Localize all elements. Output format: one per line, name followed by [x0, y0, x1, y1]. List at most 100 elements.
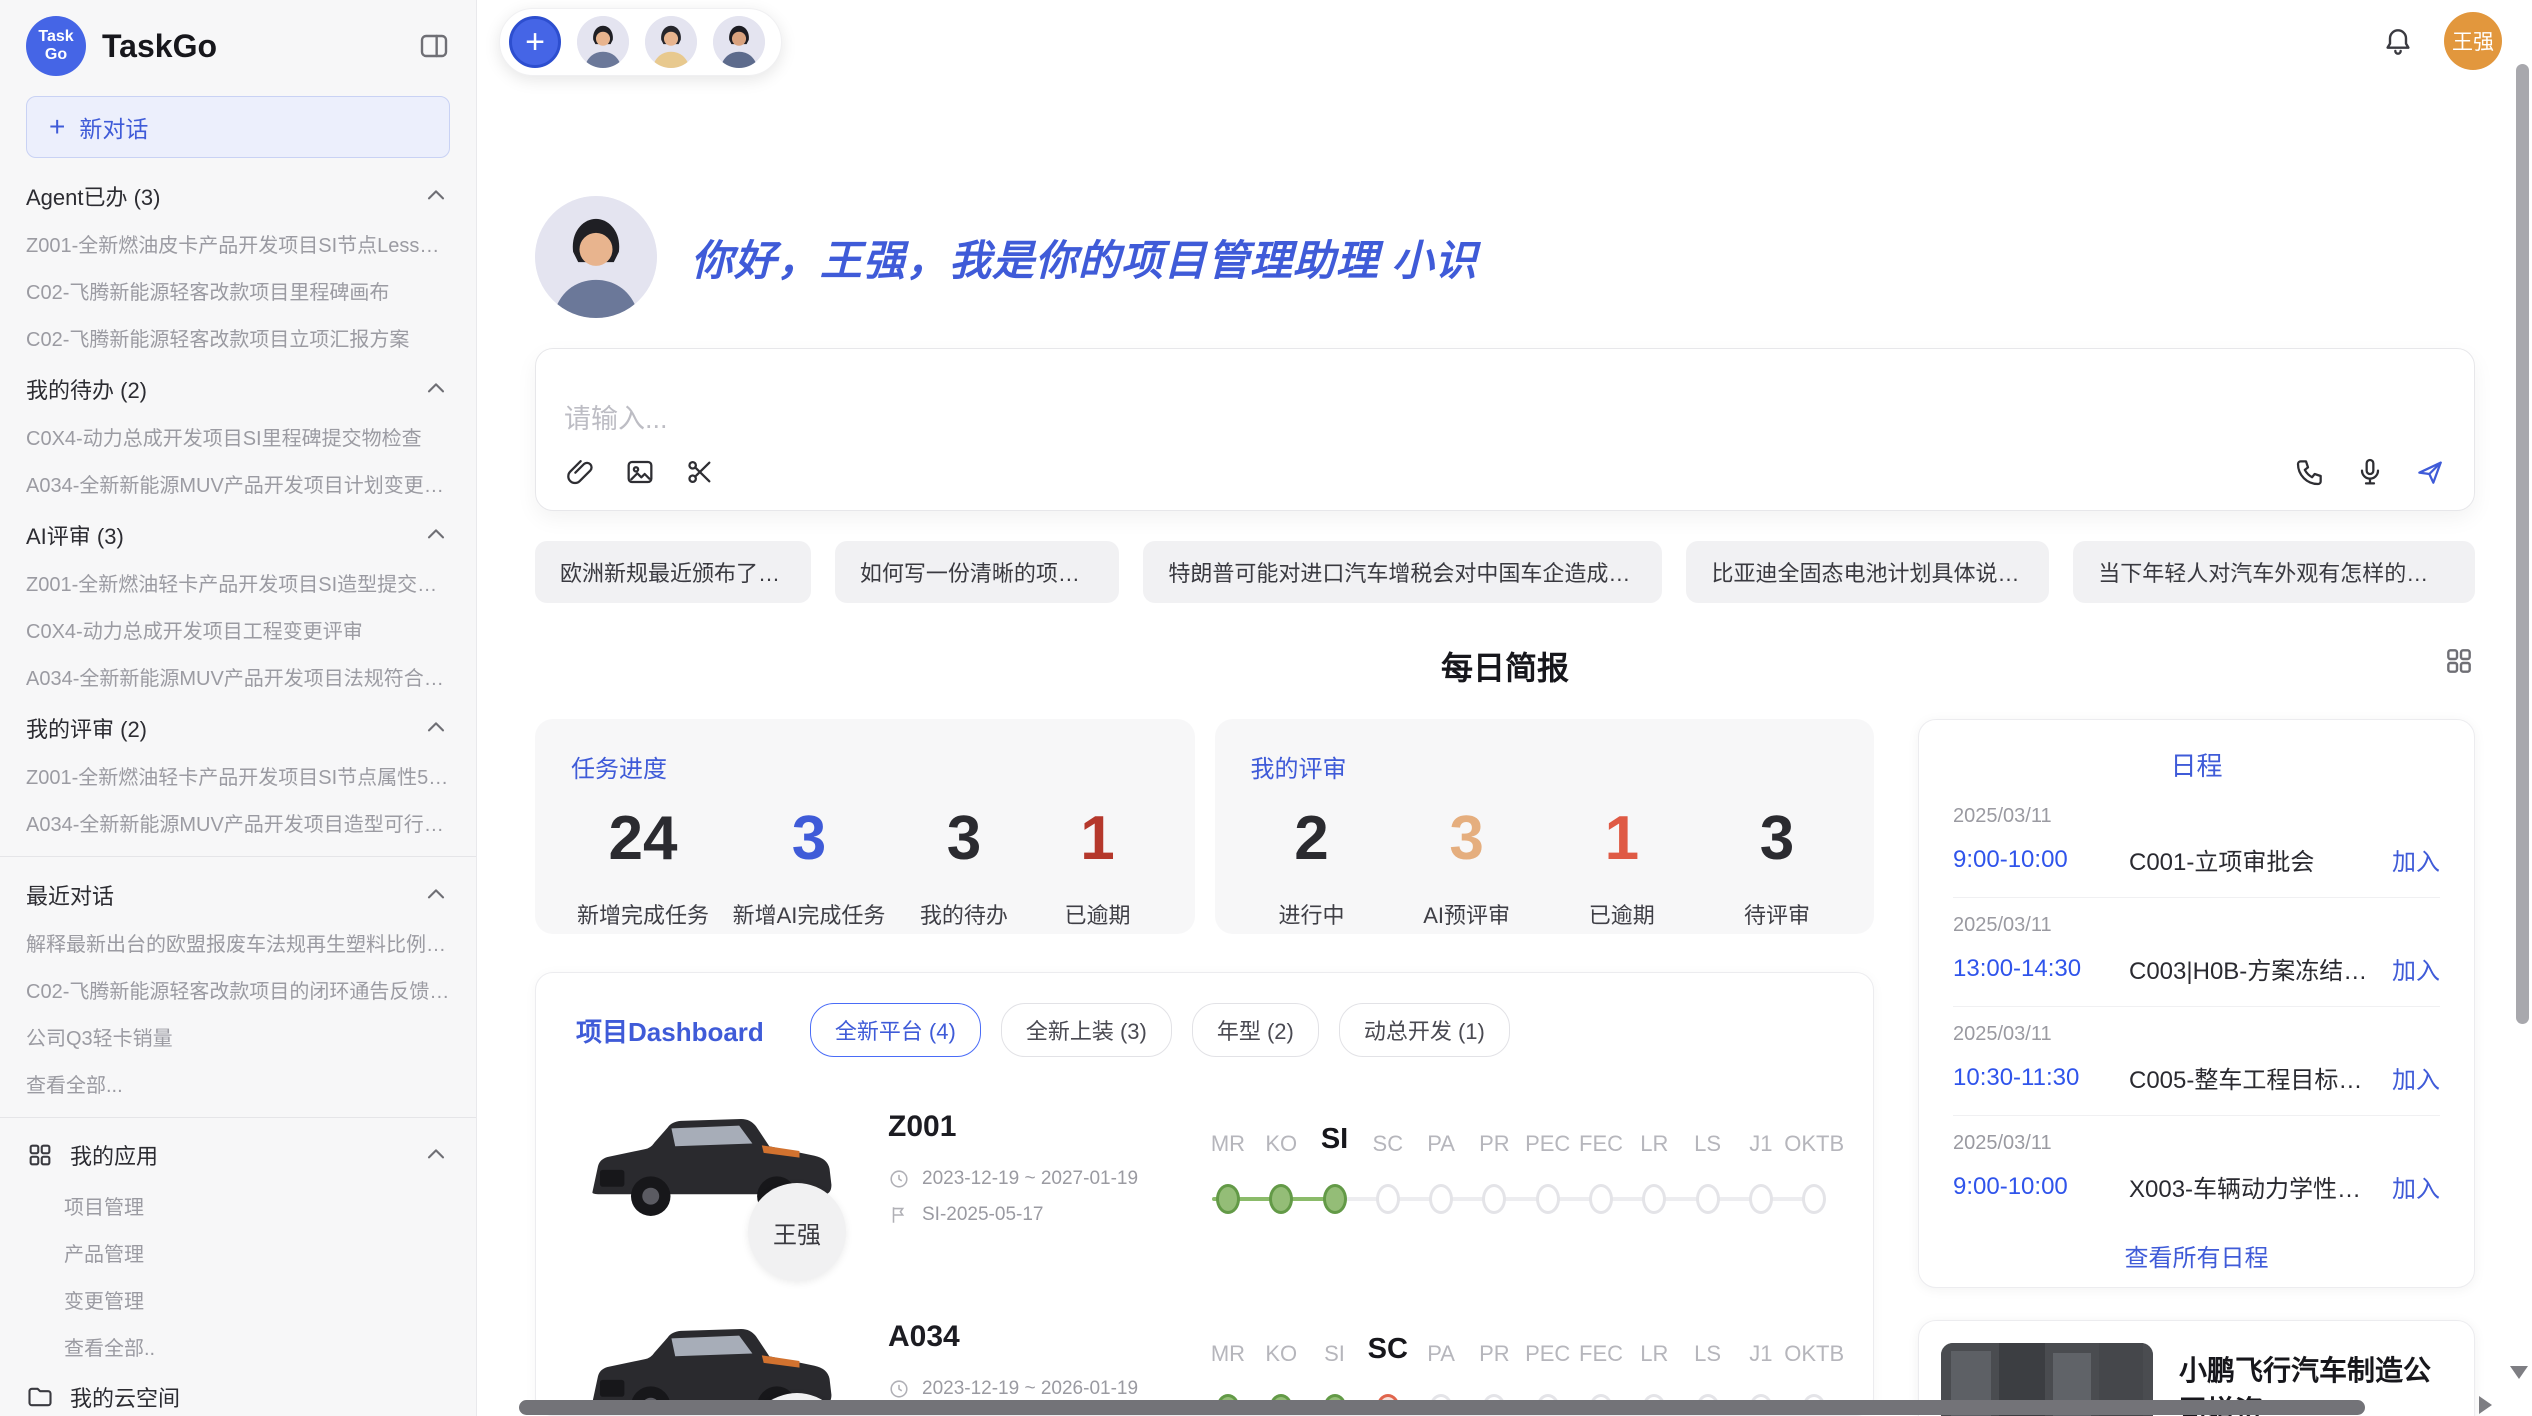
project-row[interactable]: 王强Z0012023-12-19 ~ 2027-01-19SI-2025-05-… — [576, 1087, 1833, 1263]
view-all-schedule-link[interactable]: 查看所有日程 — [1953, 1224, 2440, 1281]
stat-item: 3我的待办 — [909, 808, 1019, 930]
dashboard-tab[interactable]: 全新上装 (3) — [1001, 1003, 1172, 1057]
milestone-dot[interactable] — [1589, 1184, 1613, 1214]
project-flag: SI-2025-05-17 — [888, 1204, 1206, 1226]
project-dates: 2023-12-19 ~ 2026-01-19 — [888, 1378, 1206, 1400]
sidebar-conversation-item[interactable]: C02-飞腾新能源轻客改款项目的闭环通告反馈情况 — [26, 966, 450, 1013]
quick-contacts-pill: + — [499, 8, 782, 76]
sidebar-task-item[interactable]: A034-全新新能源MUV产品开发项目造型可行性评审 — [26, 799, 450, 846]
contact-avatar-3[interactable] — [713, 16, 765, 68]
chat-input-box[interactable]: 请输入... — [535, 348, 2475, 511]
sidebar-section-header[interactable]: Agent已办 (3) — [26, 168, 450, 220]
sidebar-conversation-item[interactable]: 公司Q3轻卡销量 — [26, 1013, 450, 1060]
image-icon[interactable] — [624, 456, 656, 488]
project-media: 王强 — [576, 1297, 876, 1416]
sidebar-section-header[interactable]: 我的待办 (2) — [26, 361, 450, 413]
sidebar-task-item[interactable]: Z001-全新燃油皮卡产品开发项目SI节点Lesson Learn报告 — [26, 220, 450, 267]
scissors-icon[interactable] — [684, 456, 716, 488]
scrollbar-down-arrow[interactable] — [2510, 1366, 2528, 1379]
contact-avatar-2[interactable] — [645, 16, 697, 68]
dashboard-tab[interactable]: 动总开发 (1) — [1339, 1003, 1510, 1057]
milestone-dot[interactable] — [1749, 1184, 1773, 1214]
sidebar-section-header[interactable]: 我的评审 (2) — [26, 700, 450, 752]
add-contact-button[interactable]: + — [509, 16, 561, 68]
dashboard-tab[interactable]: 全新平台 (4) — [810, 1003, 981, 1057]
horizontal-scrollbar[interactable] — [519, 1400, 2365, 1415]
attachment-icon[interactable] — [564, 456, 596, 488]
milestone-label: SI — [1321, 1123, 1348, 1156]
sidebar-app-item[interactable]: 产品管理 — [26, 1229, 450, 1276]
sidebar-app-item[interactable]: 查看全部.. — [26, 1323, 450, 1370]
user-avatar[interactable]: 王强 — [2444, 12, 2502, 70]
suggestion-chip[interactable]: 当下年轻人对汽车外观有怎样的喜好趋势 — [2073, 541, 2475, 603]
milestone-label: PA — [1427, 1341, 1455, 1367]
dashboard-tab[interactable]: 年型 (2) — [1192, 1003, 1319, 1057]
contact-avatar-1[interactable] — [577, 16, 629, 68]
suggestion-chip[interactable]: 特朗普可能对进口汽车增税会对中国车企造成哪些影响 — [1143, 541, 1662, 603]
sidebar-conversation-item[interactable]: 查看全部... — [26, 1060, 450, 1107]
chevron-up-icon[interactable] — [422, 375, 450, 403]
collapse-sidebar-button[interactable] — [418, 30, 450, 62]
bell-icon[interactable] — [2382, 25, 2414, 57]
milestone-dot[interactable] — [1429, 1184, 1453, 1214]
sidebar-app-item[interactable]: 项目管理 — [26, 1182, 450, 1229]
sidebar-section-header[interactable]: AI评审 (3) — [26, 507, 450, 559]
sidebar-task-item[interactable]: A034-全新新能源MUV产品开发项目法规符合性评审 — [26, 653, 450, 700]
project-date-range: 2023-12-19 ~ 2026-01-19 — [922, 1378, 1138, 1400]
milestone-dot[interactable] — [1269, 1184, 1293, 1214]
milestone-label: SI — [1324, 1341, 1345, 1367]
sidebar-item-cloud-space[interactable]: 我的云空间 — [26, 1370, 450, 1416]
milestone-dot[interactable] — [1802, 1184, 1826, 1214]
schedule-item: 2025/03/1110:30-11:30C005-整车工程目标评审加入 — [1953, 1007, 2440, 1116]
sidebar-task-item[interactable]: C0X4-动力总成开发项目SI里程碑提交物检查 — [26, 413, 450, 460]
sidebar-task-item[interactable]: Z001-全新燃油轻卡产品开发项目SI节点属性5D文件评审 — [26, 752, 450, 799]
stat-value: 24 — [577, 808, 709, 870]
new-chat-label: 新对话 — [79, 110, 148, 144]
milestone-dot[interactable] — [1696, 1184, 1720, 1214]
stat-label: 已逾期 — [1043, 898, 1153, 930]
milestone-dot[interactable] — [1376, 1184, 1400, 1214]
chevron-up-icon[interactable] — [422, 182, 450, 210]
sidebar-task-item[interactable]: C0X4-动力总成开发项目工程变更评审 — [26, 606, 450, 653]
main-area: + 王强 你好，王强，我是你的项目管理助理 小识 请输入... — [477, 0, 2532, 1416]
sidebar-task-item[interactable]: A034-全新新能源MUV产品开发项目计划变更表编写 — [26, 460, 450, 507]
suggestion-chip[interactable]: 如何写一份清晰的项目周报 — [835, 541, 1120, 603]
chevron-up-icon[interactable] — [422, 1141, 450, 1169]
suggestion-chip[interactable]: 比亚迪全固态电池计划具体说了什么 — [1686, 541, 2049, 603]
new-chat-button[interactable]: + 新对话 — [26, 96, 450, 158]
chevron-up-icon[interactable] — [422, 521, 450, 549]
sidebar-task-item[interactable]: Z001-全新燃油轻卡产品开发项目SI造型提交物评审 — [26, 559, 450, 606]
stat-value: 1 — [1043, 808, 1153, 870]
milestone-label: LS — [1694, 1341, 1721, 1367]
scrollbar-right-arrow[interactable] — [2479, 1396, 2492, 1414]
join-link[interactable]: 加入 — [2392, 951, 2440, 986]
suggestion-chip[interactable]: 欧洲新规最近颁布了什么? — [535, 541, 811, 603]
sidebar-item-my-apps[interactable]: 我的应用 — [26, 1128, 450, 1182]
milestone-label: PR — [1479, 1341, 1510, 1367]
phone-icon[interactable] — [2294, 456, 2326, 488]
join-link[interactable]: 加入 — [2392, 842, 2440, 877]
project-row[interactable]: 王强A0342023-12-19 ~ 2026-01-19SC-2025-05-… — [576, 1297, 1833, 1416]
vertical-scrollbar[interactable] — [2516, 64, 2529, 1024]
sidebar-task-item[interactable]: C02-飞腾新能源轻客改款项目立项汇报方案 — [26, 314, 450, 361]
milestone-label: SC — [1368, 1333, 1408, 1366]
milestone-dot[interactable] — [1216, 1184, 1240, 1214]
join-link[interactable]: 加入 — [2392, 1060, 2440, 1095]
chevron-up-icon[interactable] — [422, 881, 450, 909]
chevron-up-icon[interactable] — [422, 714, 450, 742]
folder-icon — [26, 1383, 54, 1411]
milestone-dot[interactable] — [1323, 1184, 1347, 1214]
recent-chats-header[interactable]: 最近对话 — [26, 867, 450, 919]
join-link[interactable]: 加入 — [2392, 1169, 2440, 1204]
stat-label: 新增完成任务 — [577, 898, 709, 930]
milestone-dot[interactable] — [1482, 1184, 1506, 1214]
sidebar-app-item[interactable]: 变更管理 — [26, 1276, 450, 1323]
milestone-dot[interactable] — [1536, 1184, 1560, 1214]
schedule-date: 2025/03/11 — [1953, 914, 2440, 937]
milestone-dot[interactable] — [1642, 1184, 1666, 1214]
microphone-icon[interactable] — [2354, 456, 2386, 488]
sidebar-task-item[interactable]: C02-飞腾新能源轻客改款项目里程碑画布 — [26, 267, 450, 314]
sidebar-conversation-item[interactable]: 解释最新出台的欧盟报废车法规再生塑料比例被调至15%... — [26, 919, 450, 966]
send-icon[interactable] — [2414, 456, 2446, 488]
layout-grid-button[interactable] — [2443, 645, 2475, 682]
